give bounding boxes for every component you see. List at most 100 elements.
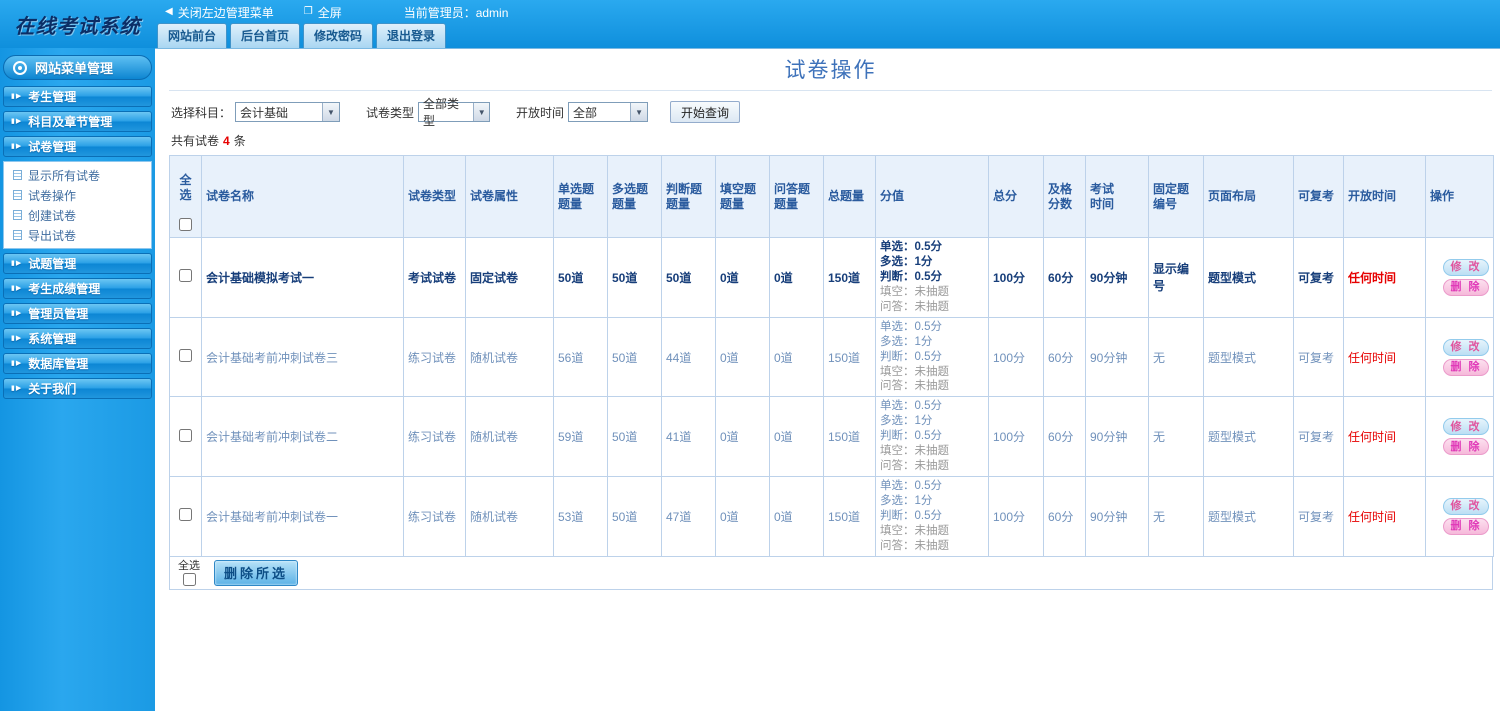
cell-page-layout: 题型模式 (1203, 316, 1294, 398)
row-checkbox[interactable] (179, 508, 192, 522)
menu-arrow-icon: ▮▶ (11, 285, 23, 292)
cell-pass-score: 60分 (1043, 316, 1086, 398)
open-time-select[interactable]: 全部 ▼ (568, 102, 649, 122)
paper-type-select[interactable]: 全部类型 ▼ (418, 97, 491, 128)
tab-site-front[interactable]: 网站前台 (157, 23, 228, 48)
count-value: 4 (223, 134, 230, 148)
delete-button[interactable]: 删 除 (1443, 358, 1489, 376)
cell-fixed-number: 无 (1148, 316, 1204, 398)
table-row: 会计基础考前冲刺试卷一 练习试卷 随机试卷 53道 50道 47道 0道 0道 … (169, 476, 1494, 557)
close-left-menu-button[interactable]: ◀ 关闭左边管理菜单 (165, 4, 274, 21)
edit-button[interactable]: 修 改 (1443, 338, 1489, 356)
submenu-item-create-paper[interactable]: 创建试卷 (4, 205, 151, 225)
cell-single-count: 56道 (553, 316, 608, 398)
delete-button[interactable]: 删 除 (1443, 438, 1489, 456)
sidebar-item-system-management[interactable]: ▮▶ 系统管理 (3, 328, 152, 349)
fullscreen-button[interactable]: ❐ 全屏 (304, 4, 342, 21)
cell-pass-score: 60分 (1043, 476, 1086, 557)
menu-arrow-icon: ▮▶ (11, 385, 23, 392)
cell-single-count: 50道 (553, 237, 608, 318)
subject-select[interactable]: 会计基础 ▼ (235, 102, 341, 122)
cell-open-time: 任何时间 (1343, 316, 1426, 398)
tab-change-password[interactable]: 修改密码 (303, 23, 374, 48)
sidebar-item-paper-management[interactable]: ▮▶ 试卷管理 (3, 136, 152, 157)
table-row: 会计基础考前冲刺试卷二 练习试卷 随机试卷 59道 50道 41道 0道 0道 … (169, 396, 1494, 478)
cell-operations: 修 改 删 除 (1425, 396, 1494, 478)
sidebar-item-score-management[interactable]: ▮▶ 考生成绩管理 (3, 278, 152, 299)
submenu-item-show-all-papers[interactable]: 显示所有试卷 (4, 165, 151, 185)
paper-type-select-value: 全部类型 (423, 97, 460, 128)
cell-paper-type: 练习试卷 (403, 476, 466, 557)
sidebar-item-admin-management[interactable]: ▮▶ 管理员管理 (3, 303, 152, 324)
delete-selected-button[interactable]: 删除所选 (214, 559, 299, 586)
sidebar-item-label: 关于我们 (28, 382, 77, 396)
document-icon (13, 210, 22, 220)
menu-arrow-icon: ▮▶ (11, 310, 23, 317)
tab-logout[interactable]: 退出登录 (376, 23, 447, 48)
select-all-label: 全选 (179, 173, 192, 202)
submenu-item-paper-operation[interactable]: 试卷操作 (4, 185, 151, 205)
cell-judge-count: 44道 (661, 316, 716, 398)
sidebar-item-database-management[interactable]: ▮▶ 数据库管理 (3, 353, 152, 374)
sidebar-item-label: 试题管理 (28, 257, 77, 271)
edit-button[interactable]: 修 改 (1443, 258, 1489, 276)
cell-total-score: 100分 (988, 316, 1044, 398)
cell-pass-score: 60分 (1043, 237, 1086, 318)
cell-score-detail: 单选：0.5分 多选：1分 判断：0.5分 填空：未抽题 问答：未抽题 (875, 396, 989, 478)
sidebar-item-subject-chapter-management[interactable]: ▮▶ 科目及章节管理 (3, 111, 152, 132)
cell-paper-name: 会计基础考前冲刺试卷二 (201, 396, 404, 478)
cell-judge-count: 50道 (661, 237, 716, 318)
cell-fixed-number: 无 (1148, 476, 1204, 557)
row-checkbox[interactable] (179, 428, 192, 442)
edit-button[interactable]: 修 改 (1443, 497, 1489, 515)
sidebar-item-about-us[interactable]: ▮▶ 关于我们 (3, 378, 152, 399)
cell-blank-count: 0道 (715, 237, 770, 318)
th-retake: 可复考 (1293, 155, 1344, 238)
cell-fixed-number: 显示编号 (1148, 237, 1204, 318)
th-paper-attr: 试卷属性 (465, 155, 554, 238)
delete-button[interactable]: 删 除 (1443, 517, 1489, 535)
cell-blank-count: 0道 (715, 476, 770, 557)
th-paper-type: 试卷类型 (403, 155, 466, 238)
cell-exam-time: 90分钟 (1085, 316, 1149, 398)
menu-circle-icon (13, 60, 27, 75)
submenu-item-label: 创建试卷 (28, 208, 77, 223)
cell-paper-type: 考试试卷 (403, 237, 466, 318)
cell-judge-count: 47道 (661, 476, 716, 557)
table-header-row: 全选 试卷名称 试卷类型 试卷属性 单选题 题量 多选题 题量 判断题 题量 填… (169, 155, 1494, 238)
cell-paper-type: 练习试卷 (403, 316, 466, 398)
sidebar-item-label: 考生管理 (28, 90, 77, 104)
cell-qa-count: 0道 (769, 396, 824, 478)
sidebar-item-question-management[interactable]: ▮▶ 试题管理 (3, 253, 152, 274)
top-bar: 在线考试系统 ◀ 关闭左边管理菜单 ❐ 全屏 当前管理员：admin 网站前台 … (0, 0, 1500, 48)
footer-select-all-checkbox[interactable] (182, 572, 196, 586)
paper-management-submenu: 显示所有试卷 试卷操作 创建试卷 导出试卷 (3, 161, 152, 249)
th-operation: 操作 (1425, 155, 1494, 238)
current-admin-label: 当前管理员：admin (403, 5, 509, 20)
sidebar-item-examinee-management[interactable]: ▮▶ 考生管理 (3, 86, 152, 107)
row-checkbox[interactable] (179, 269, 192, 283)
cell-fixed-number: 无 (1148, 396, 1204, 478)
cell-paper-name: 会计基础模拟考试一 (201, 237, 404, 318)
th-pass-score: 及格 分数 (1043, 155, 1086, 238)
sidebar-item-label: 管理员管理 (28, 307, 89, 321)
cell-total-count: 150道 (823, 316, 876, 398)
cell-multi-count: 50道 (607, 237, 662, 318)
table-row: 会计基础考前冲刺试卷三 练习试卷 随机试卷 56道 50道 44道 0道 0道 … (169, 316, 1494, 398)
cell-qa-count: 0道 (769, 237, 824, 318)
tab-admin-home[interactable]: 后台首页 (230, 23, 301, 48)
menu-arrow-icon: ▮▶ (11, 93, 23, 100)
submenu-item-export-paper[interactable]: 导出试卷 (4, 225, 151, 245)
collapse-left-icon: ◀ (165, 6, 173, 17)
select-all-checkbox[interactable] (179, 218, 192, 231)
cell-retake: 可复考 (1293, 476, 1344, 557)
cell-total-count: 150道 (823, 237, 876, 318)
cell-select (169, 396, 202, 478)
document-icon (13, 170, 22, 180)
edit-button[interactable]: 修 改 (1443, 418, 1489, 436)
table-footer-bar: 全选 删除所选 (169, 556, 1493, 590)
row-checkbox[interactable] (179, 349, 192, 363)
paper-type-label: 试卷类型 (366, 105, 415, 120)
query-button[interactable]: 开始查询 (670, 101, 741, 123)
delete-button[interactable]: 删 除 (1443, 278, 1489, 296)
